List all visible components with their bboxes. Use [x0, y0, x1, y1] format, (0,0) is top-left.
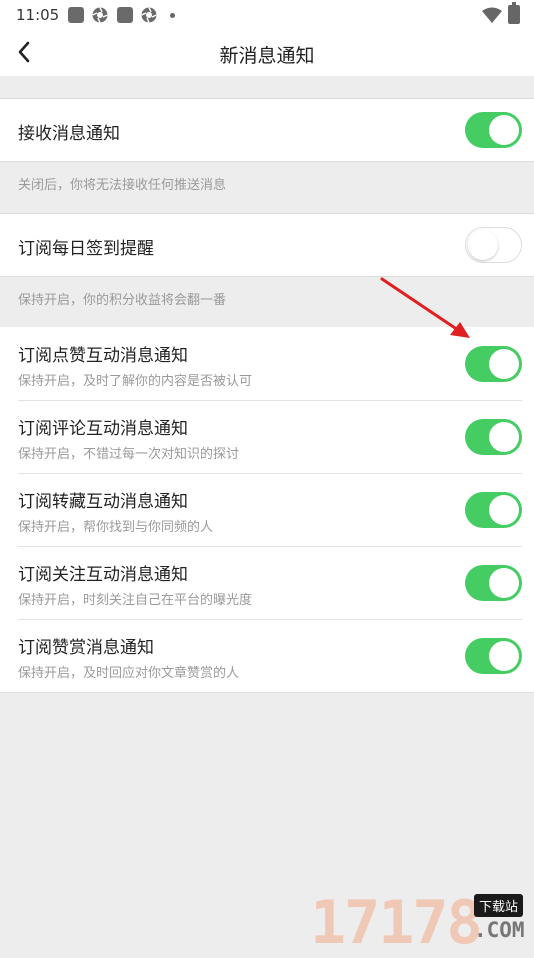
favorite-notification-toggle[interactable] [465, 492, 522, 528]
toggle-knob [489, 495, 519, 525]
row-separator [18, 473, 522, 474]
like-notification-toggle[interactable] [465, 346, 522, 382]
battery-icon [508, 2, 520, 24]
row-separator [18, 546, 522, 547]
toggle-knob [468, 230, 498, 260]
nav-bar: 新消息通知 [0, 30, 534, 76]
row-separator [18, 400, 522, 401]
subscription-subtitle: 保持开启，及时回应对你文章赞赏的人 [18, 666, 240, 681]
subscription-subtitle: 保持开启，帮你找到与你同频的人 [18, 520, 214, 535]
subscription-title: 订阅评论互动消息通知 [18, 419, 188, 439]
setting-row-checkin[interactable]: 订阅每日签到提醒 [0, 214, 534, 276]
notification-aperture-icon-2 [141, 7, 157, 23]
subscription-subtitle: 保持开启，时刻关注自己在平台的曝光度 [18, 593, 253, 608]
setting-label: 订阅每日签到提醒 [18, 239, 154, 259]
notification-app-icon [68, 7, 84, 23]
comment-notification-toggle[interactable] [465, 419, 522, 455]
subscription-title: 订阅赞赏消息通知 [18, 638, 154, 658]
watermark-domain: .COM [474, 918, 525, 942]
toggle-knob [489, 568, 519, 598]
divider [0, 692, 534, 693]
subscription-subtitle: 保持开启，及时了解你的内容是否被认可 [18, 374, 253, 389]
subscriptions-list: 订阅点赞互动消息通知 保持开启，及时了解你的内容是否被认可 订阅评论互动消息通知… [0, 327, 534, 692]
receive-hint: 关闭后，你将无法接收任何推送消息 [18, 178, 227, 193]
subscription-title: 订阅点赞互动消息通知 [18, 346, 188, 366]
status-time: 11:05 [16, 6, 60, 24]
more-notifications-dot [170, 13, 175, 18]
toggle-knob [489, 641, 519, 671]
checkin-hint: 保持开启，你的积分收益将会翻一番 [18, 293, 227, 308]
subscription-title: 订阅转藏互动消息通知 [18, 492, 188, 512]
annotation-arrow-icon [380, 277, 470, 338]
toggle-knob [489, 349, 519, 379]
status-bar: 11:05 [0, 0, 534, 30]
tip-notification-toggle[interactable] [465, 638, 522, 674]
subscription-title: 订阅关注互动消息通知 [18, 565, 188, 585]
watermark-number: 17178 [310, 888, 483, 958]
toggle-knob [489, 115, 519, 145]
notification-aperture-icon [92, 7, 108, 23]
watermark-badge: 下载站 [474, 894, 524, 917]
subscription-subtitle: 保持开启，不错过每一次对知识的探讨 [18, 447, 240, 462]
toggle-knob [489, 422, 519, 452]
wifi-icon [482, 7, 502, 23]
row-separator [18, 619, 522, 620]
receive-notifications-toggle[interactable] [465, 112, 522, 148]
follow-notification-toggle[interactable] [465, 565, 522, 601]
page-title: 新消息通知 [219, 45, 315, 67]
checkin-reminder-toggle[interactable] [465, 227, 522, 263]
notification-app-icon-2 [117, 7, 133, 23]
setting-label: 接收消息通知 [18, 124, 120, 144]
setting-row-receive[interactable]: 接收消息通知 [0, 99, 534, 161]
divider [0, 161, 534, 162]
